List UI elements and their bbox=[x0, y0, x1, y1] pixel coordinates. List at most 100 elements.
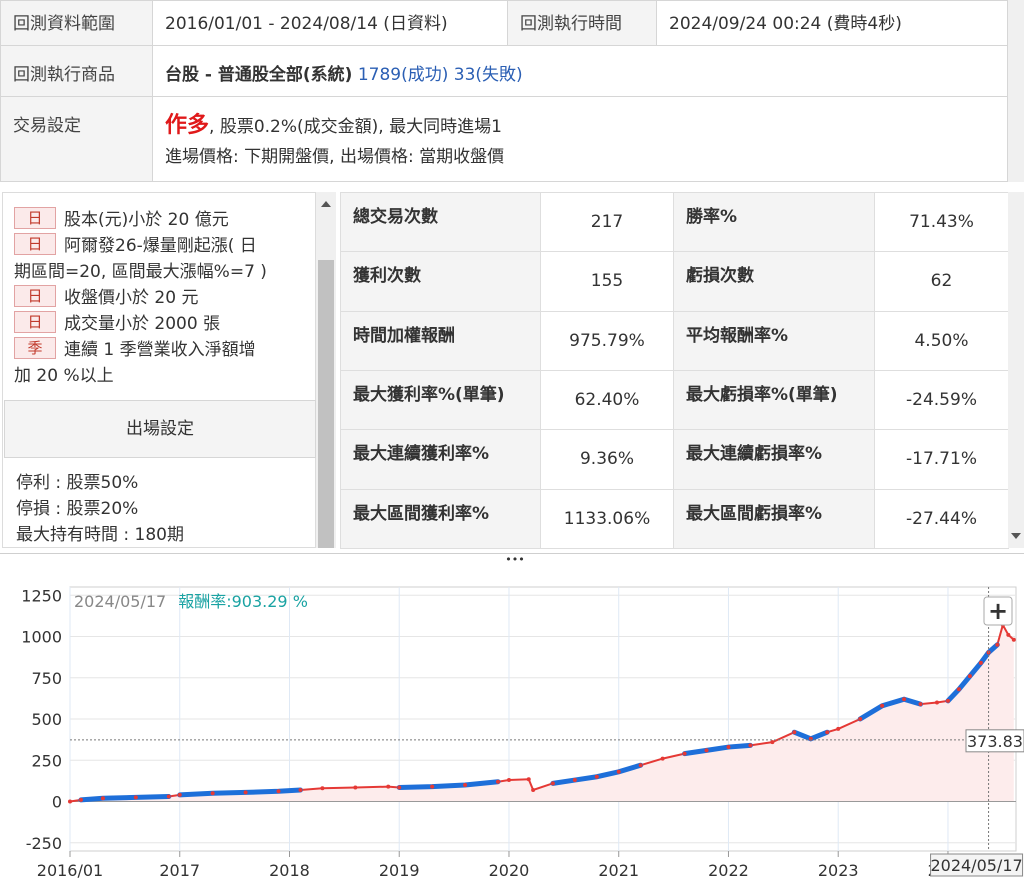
holding-segment bbox=[78, 794, 172, 803]
stat-label: 獲利次數 bbox=[340, 251, 541, 312]
stat-label: 勝率% bbox=[673, 192, 875, 253]
stat-label: 最大連續獲利率% bbox=[340, 429, 541, 490]
data-point bbox=[616, 769, 621, 774]
product-value: 台股 - 普通股全部(系統) 1789(成功) 33(失敗) bbox=[152, 45, 1008, 97]
data-point bbox=[770, 740, 775, 745]
stat-label: 最大區間獲利率% bbox=[340, 488, 541, 549]
stat-label: 虧損次數 bbox=[673, 251, 875, 312]
exec-time-label: 回測執行時間 bbox=[507, 0, 657, 46]
stat-label: 最大區間虧損率% bbox=[673, 488, 875, 549]
page-scrollbar[interactable] bbox=[1008, 0, 1024, 182]
period-tag: 日 bbox=[14, 207, 56, 229]
product-label: 回測執行商品 bbox=[0, 45, 153, 97]
product-name: 台股 - 普通股全部(系統) bbox=[165, 65, 353, 85]
stat-value: 217 bbox=[540, 192, 674, 253]
y-tick-label: 750 bbox=[31, 669, 62, 688]
stat-label: 最大獲利率%(單筆) bbox=[340, 369, 541, 431]
data-point bbox=[880, 703, 885, 708]
data-point bbox=[526, 777, 531, 782]
max-holding: 最大持有時間 : 180期 bbox=[16, 525, 184, 545]
condition-item: 日收盤價小於 20 元 bbox=[4, 285, 312, 311]
data-point bbox=[726, 745, 731, 750]
trade-label: 交易設定 bbox=[0, 96, 153, 182]
y-tick-label: -250 bbox=[26, 834, 62, 853]
data-point bbox=[594, 774, 599, 779]
x-tick-label: 2018 bbox=[269, 861, 310, 880]
take-profit: 停利 : 股票50% bbox=[16, 473, 139, 493]
range-label: 回測資料範圍 bbox=[0, 0, 153, 46]
stat-value: 1133.06% bbox=[540, 488, 674, 549]
x-tick-label: 2019 bbox=[379, 861, 420, 880]
data-point bbox=[243, 790, 248, 795]
condition-text: 阿爾發26-爆量剛起漲( 日 bbox=[64, 236, 257, 256]
data-point bbox=[531, 787, 536, 792]
exit-settings-header: 出場設定 bbox=[4, 400, 316, 458]
stat-value: 9.36% bbox=[540, 429, 674, 490]
data-point bbox=[210, 791, 215, 796]
x-tick-label: 2016/01 bbox=[37, 861, 103, 880]
data-point bbox=[825, 730, 830, 735]
period-tag: 日 bbox=[14, 311, 56, 333]
condition-text: 收盤價小於 20 元 bbox=[64, 288, 199, 308]
condition-item-cont: 加 20 %以上 bbox=[4, 363, 312, 389]
y-tick-label: 250 bbox=[31, 751, 62, 770]
crosshair-value: 373.83 bbox=[967, 732, 1023, 751]
data-point bbox=[430, 784, 435, 789]
x-tick-label: 2021 bbox=[598, 861, 639, 880]
data-point bbox=[353, 785, 358, 790]
tooltip-label: 報酬率: bbox=[178, 592, 231, 611]
data-point bbox=[298, 787, 303, 792]
trade-settings: 作多, 股票0.2%(成交金額), 最大同時進場1 進場價格: 下期開盤價, 出… bbox=[152, 96, 1008, 182]
stat-label: 時間加權報酬 bbox=[340, 310, 541, 371]
data-point bbox=[902, 697, 907, 702]
equity-chart-svg[interactable]: 1250 1000 750 500 250 0 -250 2016/01 2017 2018 201… bbox=[0, 565, 1024, 883]
data-point bbox=[967, 674, 972, 679]
scroll-up-icon[interactable] bbox=[316, 194, 336, 214]
data-point bbox=[572, 778, 577, 783]
data-point bbox=[78, 797, 83, 802]
product-fail: 33(失敗) bbox=[453, 65, 523, 85]
stat-value: -24.59% bbox=[874, 369, 1009, 431]
data-point bbox=[836, 726, 841, 731]
stat-label: 最大連續虧損率% bbox=[673, 429, 875, 490]
tooltip-date: 2024/05/17 bbox=[74, 592, 166, 611]
product-success: 1789(成功) bbox=[357, 65, 449, 85]
scroll-down-icon[interactable] bbox=[1008, 526, 1024, 546]
condition-item: 日股本(元)小於 20 億元 bbox=[4, 207, 312, 233]
condition-text: 加 20 %以上 bbox=[14, 366, 114, 386]
data-point bbox=[100, 796, 105, 801]
data-point bbox=[463, 783, 468, 787]
stat-label: 平均報酬率% bbox=[673, 310, 875, 371]
plus-icon: + bbox=[988, 597, 1008, 625]
data-point bbox=[1011, 637, 1016, 642]
condition-text: 股本(元)小於 20 億元 bbox=[64, 210, 229, 230]
condition-text: 連續 1 季營業收入淨額增 bbox=[64, 340, 256, 360]
data-point bbox=[978, 660, 983, 665]
stat-value: 62 bbox=[874, 251, 1009, 312]
stat-value: 62.40% bbox=[540, 369, 674, 431]
data-point bbox=[397, 785, 402, 790]
equity-chart[interactable]: 1250 1000 750 500 250 0 -250 2016/01 2017 2018 201… bbox=[0, 565, 1024, 883]
data-point bbox=[748, 743, 753, 748]
condition-item: 日阿爾發26-爆量剛起漲( 日 bbox=[4, 233, 312, 259]
tooltip-value: 903.29 % bbox=[232, 592, 308, 611]
stat-label: 總交易次數 bbox=[340, 192, 541, 253]
trade-prices: 進場價格: 下期開盤價, 出場價格: 當期收盤價 bbox=[165, 147, 505, 167]
panel-scrollbar-thumb[interactable] bbox=[318, 260, 334, 548]
y-tick-label: 0 bbox=[52, 793, 62, 812]
data-point bbox=[995, 642, 1000, 647]
data-point bbox=[68, 799, 72, 804]
data-point bbox=[133, 795, 138, 800]
range-value: 2016/01/01 - 2024/08/14 (日資料) bbox=[152, 0, 508, 46]
data-point bbox=[934, 700, 939, 705]
y-tick-label: 1250 bbox=[21, 586, 62, 605]
data-point bbox=[166, 794, 171, 799]
stats-scrollbar[interactable] bbox=[1008, 192, 1024, 548]
stat-value: 4.50% bbox=[874, 310, 1009, 371]
y-tick-label: 500 bbox=[31, 710, 62, 729]
data-point bbox=[506, 778, 511, 783]
x-tick-label: 2023 bbox=[818, 861, 859, 880]
data-point bbox=[945, 698, 950, 703]
data-point bbox=[918, 702, 923, 707]
condition-list: 日股本(元)小於 20 億元 日阿爾發26-爆量剛起漲( 日 期區間=20, 區… bbox=[4, 207, 312, 389]
